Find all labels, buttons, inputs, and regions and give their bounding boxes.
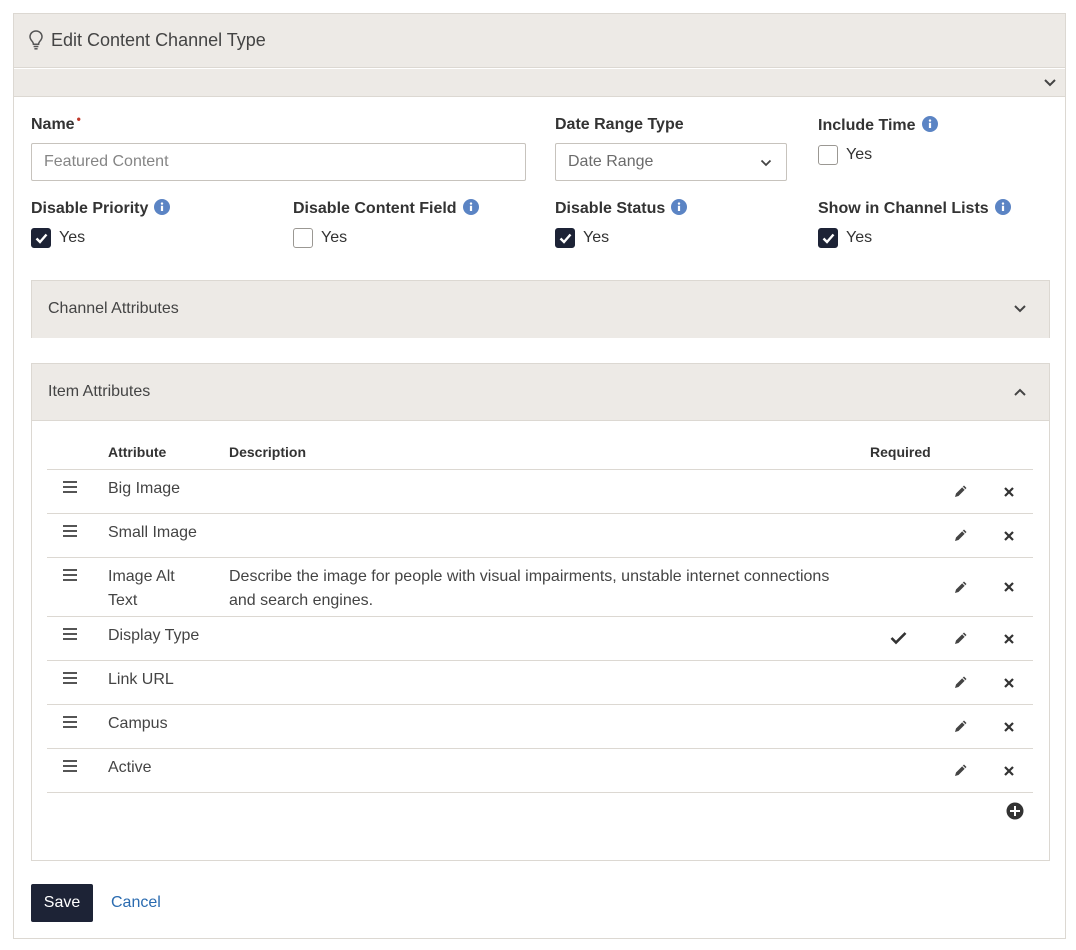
pencil-icon[interactable] xyxy=(953,630,969,646)
info-icon[interactable] xyxy=(462,199,479,215)
pencil-icon[interactable] xyxy=(953,762,969,778)
checkbox-box[interactable] xyxy=(818,228,838,248)
times-icon[interactable] xyxy=(1003,677,1015,689)
times-icon[interactable] xyxy=(1003,765,1015,777)
table-row: Campus xyxy=(47,704,1033,748)
column-header-description: Description xyxy=(229,444,307,460)
column-header-attribute: Attribute xyxy=(108,444,167,460)
item-attributes-header[interactable]: Item Attributes xyxy=(32,364,1049,421)
date-range-type-label: Date Range Type xyxy=(555,116,684,133)
bars-icon[interactable] xyxy=(62,671,78,685)
check-icon xyxy=(559,233,572,244)
checkbox-label: Yes xyxy=(846,146,873,163)
table-row: Image Alt Text Describe the image for pe… xyxy=(47,557,1033,616)
chevron-down-icon[interactable] xyxy=(1043,77,1057,89)
pencil-icon[interactable] xyxy=(953,718,969,734)
info-icon[interactable] xyxy=(671,199,688,215)
channel-attributes-header[interactable]: Channel Attributes xyxy=(32,281,1049,338)
checkbox-box[interactable] xyxy=(555,228,575,248)
panel-title: Edit Content Channel Type xyxy=(51,30,266,50)
times-icon[interactable] xyxy=(1003,721,1015,733)
check-icon xyxy=(890,632,907,645)
plus-circle-icon[interactable] xyxy=(1006,802,1024,820)
attribute-name: Display Type xyxy=(108,627,200,644)
bars-icon[interactable] xyxy=(62,759,78,773)
attribute-name: Small Image xyxy=(108,524,197,541)
name-input[interactable] xyxy=(31,143,526,181)
check-icon xyxy=(35,233,48,244)
times-icon[interactable] xyxy=(1003,486,1015,498)
attribute-name: Active xyxy=(108,759,152,776)
date-range-type-value: Date Range xyxy=(568,153,654,170)
checkbox-label: Yes xyxy=(59,229,86,246)
bars-icon[interactable] xyxy=(62,715,78,729)
checkbox-label: Yes xyxy=(583,229,610,246)
grid-bottom-border xyxy=(47,792,1033,793)
panel-header: Edit Content Channel Type xyxy=(14,14,1065,68)
include-time-label: Include Time xyxy=(818,116,938,135)
attribute-name: Campus xyxy=(108,715,168,732)
pencil-icon[interactable] xyxy=(953,579,969,595)
info-icon[interactable] xyxy=(921,116,938,132)
attribute-name: Big Image xyxy=(108,480,181,497)
chevron-down-icon[interactable] xyxy=(1013,304,1027,314)
date-range-type-select[interactable]: Date Range xyxy=(555,143,787,181)
bars-icon[interactable] xyxy=(62,568,78,582)
lightbulb-icon xyxy=(29,30,43,50)
attribute-name: Image Alt Text xyxy=(108,568,175,609)
times-icon[interactable] xyxy=(1003,581,1015,593)
required-indicator: • xyxy=(76,112,81,126)
disable-content-field-label: Disable Content Field xyxy=(293,199,479,218)
save-button[interactable]: Save xyxy=(31,884,93,922)
item-attributes-section: Item Attributes Attribute Description Re… xyxy=(31,363,1050,861)
channel-attributes-title: Channel Attributes xyxy=(48,300,179,317)
attribute-name: Link URL xyxy=(108,671,174,688)
edit-content-channel-type-panel: Edit Content Channel Type Name• Date Ran… xyxy=(13,13,1066,939)
table-row: Link URL xyxy=(47,660,1033,704)
checkbox-label: Yes xyxy=(321,229,348,246)
chevron-up-icon[interactable] xyxy=(1013,387,1027,397)
checkbox-box[interactable] xyxy=(818,145,838,165)
chevron-down-icon xyxy=(760,159,772,167)
table-row: Big Image xyxy=(47,469,1033,513)
disable-status-label: Disable Status xyxy=(555,199,688,218)
table-row: Small Image xyxy=(47,513,1033,557)
show-in-channel-lists-label: Show in Channel Lists xyxy=(818,199,1011,218)
item-attributes-title: Item Attributes xyxy=(48,383,151,400)
name-label: Name • xyxy=(31,112,81,133)
attribute-description: Describe the image for people with visua… xyxy=(229,568,830,609)
checkbox-box[interactable] xyxy=(31,228,51,248)
panel-collapse-bar[interactable] xyxy=(14,69,1065,97)
table-row: Display Type xyxy=(47,616,1033,660)
pencil-icon[interactable] xyxy=(953,674,969,690)
pencil-icon[interactable] xyxy=(953,527,969,543)
checkbox-box[interactable] xyxy=(293,228,313,248)
times-icon[interactable] xyxy=(1003,633,1015,645)
bars-icon[interactable] xyxy=(62,524,78,538)
bars-icon[interactable] xyxy=(62,627,78,641)
info-icon[interactable] xyxy=(994,199,1011,215)
bars-icon[interactable] xyxy=(62,480,78,494)
info-icon[interactable] xyxy=(154,199,171,215)
table-row: Active xyxy=(47,748,1033,792)
channel-attributes-section: Channel Attributes xyxy=(31,280,1050,338)
cancel-link[interactable]: Cancel xyxy=(111,894,161,912)
times-icon[interactable] xyxy=(1003,530,1015,542)
pencil-icon[interactable] xyxy=(953,483,969,499)
check-icon xyxy=(822,233,835,244)
checkbox-label: Yes xyxy=(846,229,873,246)
column-header-required: Required xyxy=(870,444,931,460)
disable-priority-label: Disable Priority xyxy=(31,199,171,218)
